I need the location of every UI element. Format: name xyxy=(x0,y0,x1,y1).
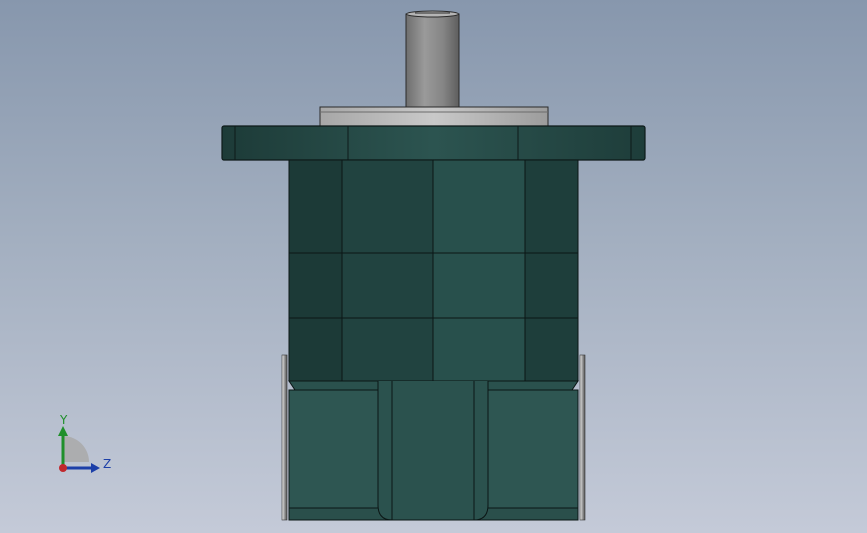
output-shaft[interactable] xyxy=(405,10,460,111)
mounting-flange[interactable] xyxy=(221,125,646,161)
motor-model[interactable] xyxy=(0,0,867,533)
orientation-triad[interactable]: Y Z xyxy=(50,410,120,480)
shaft-collar[interactable] xyxy=(319,106,549,127)
cad-viewport[interactable]: Y Z xyxy=(0,0,867,533)
triad-origin xyxy=(59,464,67,472)
z-axis-label: Z xyxy=(103,457,111,471)
z-axis-arrowhead xyxy=(91,463,100,473)
y-axis-arrowhead xyxy=(58,426,68,436)
y-axis-label: Y xyxy=(59,413,68,427)
motor-body[interactable] xyxy=(288,159,579,382)
triad-plane-shading xyxy=(63,436,89,462)
